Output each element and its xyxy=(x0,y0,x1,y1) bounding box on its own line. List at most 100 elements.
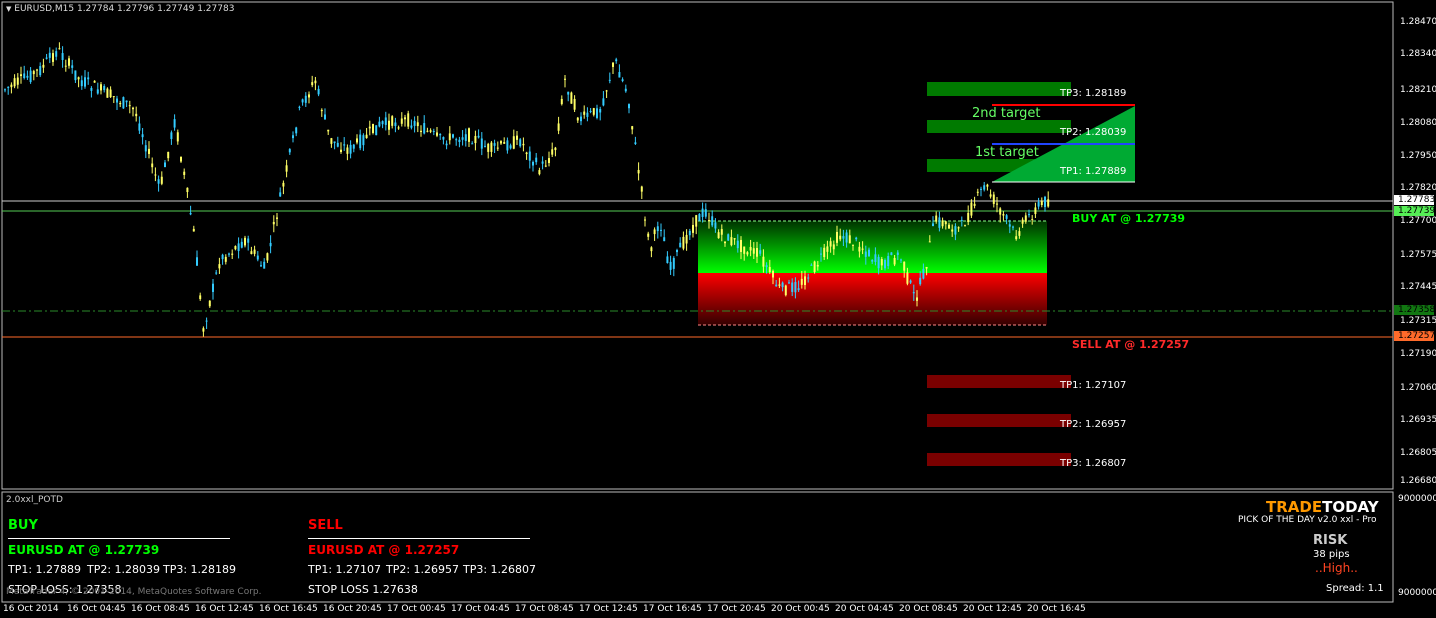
candle-body xyxy=(740,239,742,252)
candle-body xyxy=(93,80,96,83)
candle-body xyxy=(666,256,669,263)
candle-body xyxy=(10,84,13,88)
candle-body xyxy=(679,242,682,248)
candle-body xyxy=(266,253,269,261)
price-axis-label: 1.27190 xyxy=(1400,349,1436,359)
candle-body xyxy=(55,51,58,57)
candle-body xyxy=(503,142,506,144)
spread-text: Spread: 1.1 xyxy=(1326,583,1384,594)
candle-body xyxy=(887,256,890,267)
candle-body xyxy=(964,225,966,227)
candle-body xyxy=(781,282,784,288)
candle-body xyxy=(228,253,230,255)
sell-zone xyxy=(698,273,1047,325)
candle-body xyxy=(698,213,701,222)
candle-body xyxy=(64,65,67,67)
candle-body xyxy=(749,246,752,251)
candle-body xyxy=(199,295,202,300)
chevron-down-icon[interactable]: ▼ xyxy=(6,5,11,13)
candle-body xyxy=(992,194,995,204)
candle-body xyxy=(461,137,464,140)
candle-body xyxy=(90,87,93,91)
candle-body xyxy=(861,248,864,250)
buy-panel-title: BUY xyxy=(8,518,38,533)
candle-body xyxy=(58,48,61,50)
candle-body xyxy=(122,97,125,109)
candle-body xyxy=(880,258,883,266)
candle-body xyxy=(4,89,6,91)
candle-body xyxy=(263,261,266,269)
tp3-up-label: TP3: 1.28189 xyxy=(1060,88,1127,99)
candle-body xyxy=(922,268,925,279)
candle-body xyxy=(426,130,429,132)
candle-body xyxy=(212,283,214,292)
candle-body xyxy=(352,144,355,149)
candle-body xyxy=(330,138,333,144)
time-axis-label: 17 Oct 12:45 xyxy=(579,604,638,614)
candle-body xyxy=(804,276,806,286)
candle-body xyxy=(474,135,477,144)
time-axis-label: 20 Oct 00:45 xyxy=(771,604,830,614)
candle-body xyxy=(320,109,323,112)
candle-body xyxy=(935,215,938,222)
candle-body xyxy=(1044,196,1046,208)
candle-body xyxy=(836,231,838,243)
candle-body xyxy=(519,139,522,147)
candle-body xyxy=(826,246,829,252)
sell-panel-tp2: TP2: 1.26957 xyxy=(386,563,460,576)
sell-at-label: SELL AT @ 1.27257 xyxy=(1072,338,1190,351)
candle-body xyxy=(621,79,624,82)
candle-body xyxy=(938,217,941,228)
price-axis-label: 1.27575 xyxy=(1400,250,1436,260)
candle-body xyxy=(653,229,656,235)
candle-body xyxy=(695,215,698,227)
candle-body xyxy=(240,241,243,248)
candle-body xyxy=(810,264,813,266)
candle-body xyxy=(996,203,998,205)
indicator-frame xyxy=(1,491,1394,603)
candle-body xyxy=(730,237,733,246)
candle-body xyxy=(634,142,637,145)
candle-body xyxy=(340,149,342,153)
tp2-up-label: TP2: 1.28039 xyxy=(1060,127,1127,138)
sell-panel-stop: STOP LOSS 1.27638 xyxy=(308,583,418,596)
time-axis-label: 20 Oct 12:45 xyxy=(963,604,1022,614)
candle-body xyxy=(676,249,678,253)
candle-body xyxy=(944,221,947,225)
candle-body xyxy=(916,297,918,301)
candle-body xyxy=(1005,215,1008,219)
candle-body xyxy=(224,256,227,262)
candle-body xyxy=(468,128,470,142)
candle-body xyxy=(317,88,320,95)
candle-body xyxy=(420,130,422,133)
candle-body xyxy=(743,246,746,254)
price-chart[interactable] xyxy=(0,0,1436,618)
brand-today: TODAY xyxy=(1322,498,1379,516)
candle-body xyxy=(336,142,339,147)
risk-pips: 38 pips xyxy=(1313,549,1350,560)
time-axis-label: 16 Oct 20:45 xyxy=(323,604,382,614)
price-axis-label: 1.27820 xyxy=(1400,183,1436,193)
candle-body xyxy=(599,108,602,113)
candle-body xyxy=(480,138,483,149)
candle-body xyxy=(813,261,816,273)
candle-body xyxy=(583,111,586,115)
tp1-down-label: TP1: 1.27107 xyxy=(1060,380,1127,391)
candle-body xyxy=(42,64,45,68)
candle-body xyxy=(951,229,954,232)
candle-body xyxy=(772,270,774,278)
candle-body xyxy=(919,277,922,285)
candle-body xyxy=(954,226,957,235)
candle-body xyxy=(647,233,650,237)
candle-body xyxy=(727,234,730,241)
chart-window[interactable]: ▼ EURUSD,M15 1.27784 1.27796 1.27749 1.2… xyxy=(0,0,1436,618)
tp3-up-bar xyxy=(927,82,1071,96)
candle-body xyxy=(173,119,176,128)
candle-body xyxy=(663,237,666,242)
candle-body xyxy=(912,292,915,294)
candle-body xyxy=(388,120,390,130)
candle-body xyxy=(77,77,80,80)
candle-body xyxy=(778,284,781,286)
candle-body xyxy=(80,80,83,87)
candle-body xyxy=(557,123,560,131)
